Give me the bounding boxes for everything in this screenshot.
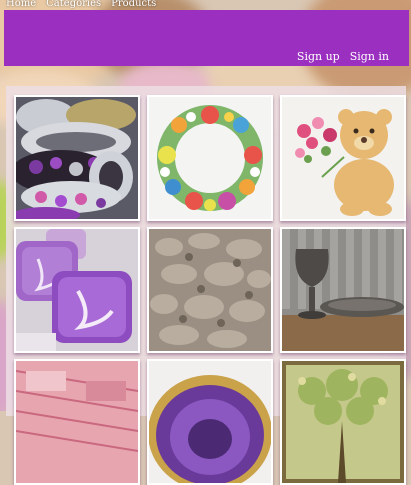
gallery-item-teddy-embroidery[interactable]	[280, 95, 406, 221]
gallery-item-geode[interactable]	[147, 359, 273, 485]
gallery-item-quilling-wreath[interactable]	[147, 95, 273, 221]
gallery-item-soap[interactable]	[14, 227, 140, 353]
gallery-item-painting[interactable]	[280, 359, 406, 485]
nav-categories-link[interactable]: Categories	[46, 0, 101, 9]
bracelets-image	[16, 97, 138, 219]
amethyst-geode-image	[149, 361, 271, 483]
gallery-item-textile[interactable]	[14, 359, 140, 485]
metal-goblet-image	[282, 229, 404, 351]
header-bar: Sign up Sign in	[4, 10, 409, 66]
signin-link[interactable]: Sign in	[350, 50, 389, 63]
gallery-item-carving[interactable]	[147, 227, 273, 353]
paper-flower-wreath-image	[149, 97, 271, 219]
purple-soap-bars-image	[16, 229, 138, 351]
gallery-item-jewelry[interactable]	[14, 95, 140, 221]
gallery-item-metal-glass[interactable]	[280, 227, 406, 353]
nav-products-link[interactable]: Products	[111, 0, 156, 9]
wood-carving-image	[149, 229, 271, 351]
auth-links: Sign up Sign in	[297, 50, 389, 63]
product-gallery	[14, 95, 409, 485]
nav-home-link[interactable]: Home	[6, 0, 36, 9]
green-tree-painting-image	[282, 361, 404, 483]
teddy-bear-cross-stitch-image	[282, 97, 404, 219]
pink-fabric-image	[16, 361, 138, 483]
signup-link[interactable]: Sign up	[297, 50, 340, 63]
top-nav: Home Categories Products	[0, 0, 411, 10]
